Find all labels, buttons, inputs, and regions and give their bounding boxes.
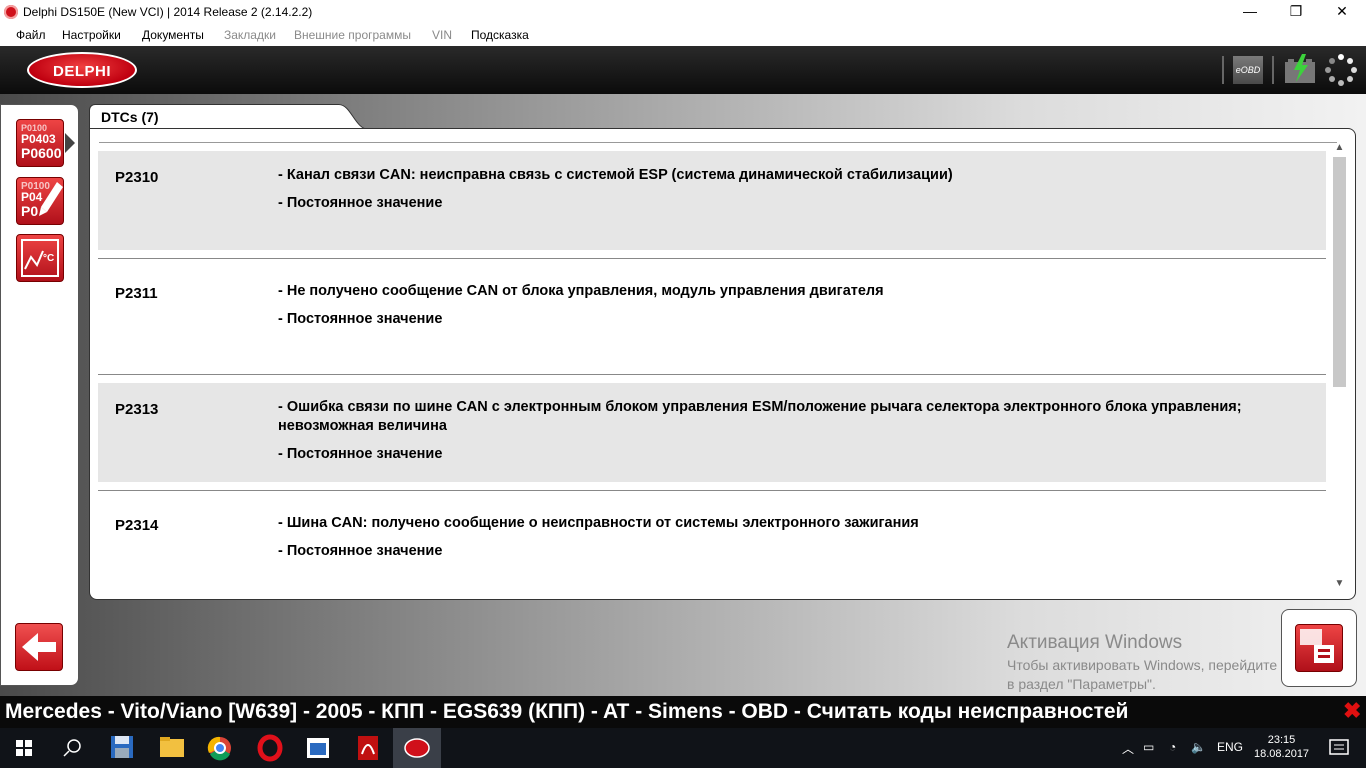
menu-settings[interactable]: Настройки [62,28,121,42]
dtc-status: - Постоянное значение [278,195,443,211]
menu-bookmarks[interactable]: Закладки [224,28,276,42]
tab-curve [329,104,369,130]
taskbar-clock[interactable]: 23:15 18.08.2017 [1254,733,1309,761]
dtc-row[interactable]: P2310 - Канал связи CAN: неисправна связ… [98,151,1326,250]
dtc-description: - Шина CAN: получено сообщение о неиспра… [278,515,919,531]
dtc-code: P2310 [115,169,159,186]
active-indicator-icon [65,133,75,153]
close-session-icon[interactable]: ✖ [1343,698,1361,724]
read-codes-line: P0600 [21,145,62,161]
window-title: Delphi DS150E (New VCI) | 2014 Release 2… [23,5,313,19]
scroll-up-icon[interactable]: ▲ [1331,141,1348,155]
clear-codes-line: P0 [21,203,39,219]
back-button[interactable] [15,623,63,671]
tab-dtcs-label: DTCs (7) [101,109,159,125]
chrome-icon[interactable] [196,728,244,768]
app-logo-icon [4,5,18,19]
search-icon[interactable] [48,728,96,768]
delphi-logo: DELPHI [27,52,137,88]
menu-documents[interactable]: Документы [142,28,204,42]
row-divider [98,258,1326,259]
eobd-icon[interactable]: eOBD [1233,56,1263,84]
dtc-list: P2310 - Канал связи CAN: неисправна связ… [89,128,1356,600]
menu-file[interactable]: Файл [16,28,46,42]
header-divider [1272,56,1274,84]
wifi-icon[interactable]: ◔ [1169,740,1176,754]
back-arrow-icon [22,633,56,661]
menu-external-programs[interactable]: Внешние программы [294,28,411,42]
vehicle-path: Mercedes - Vito/Viano [W639] - 2005 - КП… [5,700,1129,723]
dtc-code: P2314 [115,517,159,534]
menu-bar: Файл Настройки Документы Закладки Внешни… [0,24,1366,46]
menu-vin[interactable]: VIN [432,28,452,42]
row-divider [98,374,1326,375]
menu-help[interactable]: Подсказка [471,28,529,42]
dtc-row[interactable]: P2313 - Ошибка связи по шине CAN с элект… [98,383,1326,482]
watermark-text: Чтобы активировать Windows, перейдите в … [1007,657,1278,692]
close-button[interactable]: ✕ [1319,0,1365,24]
dtc-row[interactable]: P2314 - Шина CAN: получено сообщение о н… [98,499,1326,579]
clock-date: 18.08.2017 [1254,748,1310,760]
row-divider-line [98,490,1326,491]
pdf-icon[interactable] [344,728,392,768]
tab-dtcs[interactable]: DTCs (7) [89,104,344,130]
dtc-code: P2313 [115,401,159,418]
dtc-description: - Не получено сообщение CAN от блока упр… [278,283,884,299]
row-divider-line [98,374,1326,375]
scroll-thumb[interactable] [1333,157,1346,387]
dtc-code: P2311 [115,285,158,302]
volume-icon[interactable]: 🔈 [1191,740,1206,754]
dtc-status: - Постоянное значение [278,446,443,462]
title-bar: Delphi DS150E (New VCI) | 2014 Release 2… [0,0,1366,24]
row-divider [98,490,1326,491]
report-icon [1300,629,1334,663]
dtc-description: - Канал связи CAN: неисправна связь с си… [278,167,953,183]
windows-taskbar: ︿ ▭ ◔ 🔈 ENG 23:15 18.08.2017 [0,728,1366,768]
dtc-row[interactable]: P2311 - Не получено сообщение CAN от бло… [98,267,1326,366]
scroll-down-icon[interactable]: ▼ [1331,577,1348,591]
svg-text:°C: °C [43,253,54,264]
live-data-icon: °C [21,239,59,277]
read-dtc-button[interactable]: P0100 P0403 P0600 [16,119,64,167]
dtc-description: - Ошибка связи по шине CAN с электронным… [278,399,1242,434]
row-divider-line [98,258,1326,259]
explorer-icon[interactable] [148,728,196,768]
minimize-button[interactable]: — [1227,0,1273,24]
save-icon[interactable] [98,728,146,768]
app-header: DELPHI eOBD [0,46,1366,94]
windows-activation-watermark: Активация Windows Чтобы активировать Win… [1007,632,1279,694]
live-data-button[interactable]: °C [16,234,64,282]
right-action-panel [1281,609,1357,687]
vertical-scrollbar[interactable]: ▲ ▼ [1331,141,1348,591]
dtc-panel: DTCs (7) P2310 - Канал связи CAN: неиспр… [89,104,1356,600]
battery-icon[interactable]: ▭ [1143,740,1154,754]
language-indicator[interactable]: ENG [1217,740,1243,754]
report-button[interactable] [1295,624,1343,672]
loading-spinner-icon [1325,54,1357,86]
tray-up-arrow-icon[interactable]: ︿ [1122,740,1134,757]
list-divider [99,142,1337,143]
vehicle-status-bar: Mercedes - Vito/Viano [W639] - 2005 - КП… [0,696,1366,728]
clear-codes-icon [39,182,63,216]
delphi-app-icon[interactable] [393,728,441,768]
clear-dtc-button[interactable]: P0100 P04 P0 [16,177,64,225]
dtc-status: - Постоянное значение [278,543,443,559]
battery-charge-icon[interactable] [1284,54,1316,84]
start-icon[interactable] [0,728,48,768]
header-divider [1222,56,1224,84]
dtc-status: - Постоянное значение [278,311,443,327]
left-toolbar: P0100 P0403 P0600 P0100 P04 P0 °C [0,104,79,686]
maximize-button[interactable]: ❐ [1273,0,1319,24]
clock-time: 23:15 [1267,734,1296,746]
notifications-icon[interactable] [1316,728,1364,768]
opera-icon[interactable] [246,728,294,768]
watermark-title: Активация Windows [1007,632,1183,653]
window-app-icon[interactable] [294,728,342,768]
